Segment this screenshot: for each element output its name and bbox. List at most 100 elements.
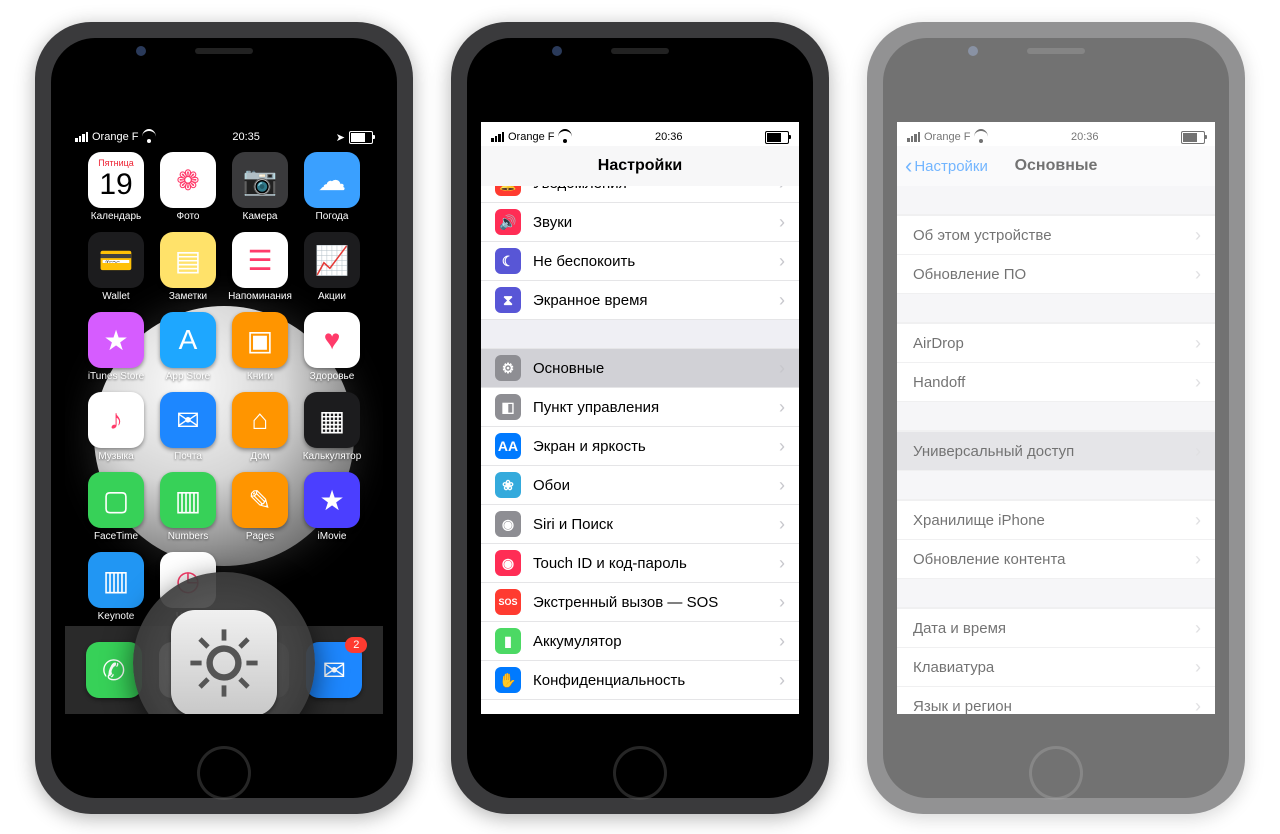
settings-row-Siri и Поиск[interactable]: ◉Siri и Поиск›	[481, 505, 799, 544]
front-camera	[552, 46, 562, 56]
app-Фото[interactable]: ❁Фото	[155, 152, 221, 222]
app-Wallet[interactable]: 💳Wallet	[83, 232, 149, 302]
general-row-Клавиатура[interactable]: Клавиатура›	[897, 648, 1215, 687]
settings-row-Touch ID и код-пароль[interactable]: ◉Touch ID и код-пароль›	[481, 544, 799, 583]
home-button[interactable]	[613, 746, 667, 800]
app-label: iMovie	[318, 531, 347, 542]
app-Музыка[interactable]: ♪Музыка	[83, 392, 149, 462]
settings-row-Экранное время[interactable]: ⧗Экранное время›	[481, 281, 799, 320]
chevron-right-icon: ›	[779, 514, 785, 535]
general-row-Язык и регион[interactable]: Язык и регион›	[897, 687, 1215, 714]
settings-row-Конфиденциальность[interactable]: ✋Конфиденциальность›	[481, 661, 799, 700]
chevron-right-icon: ›	[1195, 225, 1201, 246]
row-label: Siri и Поиск	[533, 516, 613, 533]
row-label: Язык и регион	[913, 698, 1012, 715]
settings-row-Основные[interactable]: ⚙Основные›	[481, 349, 799, 388]
row-label: Экранное время	[533, 292, 648, 309]
app-Почта[interactable]: ✉Почта	[155, 392, 221, 462]
battery-icon	[1181, 131, 1205, 144]
row-label: AirDrop	[913, 335, 964, 352]
app-Камера[interactable]: 📷Камера	[227, 152, 293, 222]
general-row-AirDrop[interactable]: AirDrop›	[897, 323, 1215, 363]
app-Numbers[interactable]: ▥Numbers	[155, 472, 221, 542]
app-label: Здоровье	[310, 371, 355, 382]
app-label: App Store	[166, 371, 210, 382]
chevron-right-icon: ›	[779, 631, 785, 652]
chevron-right-icon: ›	[1195, 441, 1201, 462]
general-row-Обновление контента[interactable]: Обновление контента›	[897, 540, 1215, 579]
app-Keynote[interactable]: ▥Keynote	[83, 552, 149, 622]
app-Погода[interactable]: ☁Погода	[299, 152, 365, 222]
app-Дом[interactable]: ⌂Дом	[227, 392, 293, 462]
home-button[interactable]	[1029, 746, 1083, 800]
app-Здоровье[interactable]: ♥Здоровье	[299, 312, 365, 382]
screen-home: Orange F 20:35 ➤ Пятница19Календарь❁Фото…	[65, 122, 383, 714]
general-list[interactable]: Об этом устройстве›Обновление ПО› AirDrop…	[897, 186, 1215, 714]
row-label: Основные	[533, 360, 604, 377]
status-bar: Orange F 20:35 ➤	[65, 122, 383, 146]
general-row-Хранилище iPhone[interactable]: Хранилище iPhone›	[897, 500, 1215, 540]
app-label: Дом	[250, 451, 269, 462]
settings-row-Звуки[interactable]: 🔊Звуки›	[481, 203, 799, 242]
carrier-label: Orange F	[508, 131, 554, 143]
general-row-Об этом устройстве[interactable]: Об этом устройстве›	[897, 215, 1215, 255]
row-label: Обновление контента	[913, 551, 1066, 568]
settings-row-Аккумулятор[interactable]: ▮Аккумулятор›	[481, 622, 799, 661]
app-iTunes Store[interactable]: ★iTunes Store	[83, 312, 149, 382]
app-Акции[interactable]: 📈Акции	[299, 232, 365, 302]
row-label: Хранилище iPhone	[913, 512, 1045, 529]
app-label: Фото	[177, 211, 200, 222]
screen-general: Orange F 20:36 ‹Настройки Основные Об эт…	[897, 122, 1215, 714]
status-bar: Orange F 20:36	[897, 122, 1215, 146]
app-Заметки[interactable]: ▤Заметки	[155, 232, 221, 302]
back-button[interactable]: ‹Настройки	[905, 158, 988, 175]
settings-row-Пункт управления[interactable]: ◧Пункт управления›	[481, 388, 799, 427]
row-icon: ⚙	[495, 355, 521, 381]
settings-row-Не беспокоить[interactable]: ☾Не беспокоить›	[481, 242, 799, 281]
nav-title: Настройки	[598, 157, 682, 175]
phone-home-screen: Orange F 20:35 ➤ Пятница19Календарь❁Фото…	[35, 22, 413, 814]
settings-list[interactable]: 🔔Уведомления›🔊Звуки›☾Не беспокоить›⧗Экра…	[481, 186, 799, 714]
status-bar: Orange F 20:36	[481, 122, 799, 146]
general-row-Обновление ПО[interactable]: Обновление ПО›	[897, 255, 1215, 294]
signal-icon	[907, 132, 920, 142]
app-label: Почта	[174, 451, 202, 462]
row-label: Дата и время	[913, 620, 1006, 637]
chevron-right-icon: ›	[1195, 618, 1201, 639]
app-Pages[interactable]: ✎Pages	[227, 472, 293, 542]
app-label: Калькулятор	[303, 451, 362, 462]
wifi-icon	[974, 132, 988, 143]
app-Книги[interactable]: ▣Книги	[227, 312, 293, 382]
row-icon: SOS	[495, 589, 521, 615]
general-row-Handoff[interactable]: Handoff›	[897, 363, 1215, 402]
settings-row-Обои[interactable]: ❀Обои›	[481, 466, 799, 505]
gear-icon	[184, 623, 264, 703]
app-label: Погода	[316, 211, 349, 222]
app-label: Камера	[243, 211, 278, 222]
chevron-right-icon: ›	[779, 553, 785, 574]
app-label: Заметки	[169, 291, 207, 302]
settings-app-icon[interactable]	[171, 610, 277, 714]
signal-icon	[75, 132, 88, 142]
chevron-right-icon: ›	[779, 251, 785, 272]
row-label: Экран и яркость	[533, 438, 646, 455]
settings-row-Экран и яркость[interactable]: AAЭкран и яркость›	[481, 427, 799, 466]
app-Калькулятор[interactable]: ▦Калькулятор	[299, 392, 365, 462]
home-button[interactable]	[197, 746, 251, 800]
general-row-Универсальный доступ[interactable]: Универсальный доступ ›	[897, 431, 1215, 471]
app-Напоминания[interactable]: ☰Напоминания	[227, 232, 293, 302]
row-label: Универсальный доступ	[913, 443, 1074, 460]
row-label: Клавиатура	[913, 659, 994, 676]
row-label: Аккумулятор	[533, 633, 622, 650]
app-FaceTime[interactable]: ▢FaceTime	[83, 472, 149, 542]
row-icon: ◉	[495, 550, 521, 576]
app-iMovie[interactable]: ★iMovie	[299, 472, 365, 542]
app-App Store[interactable]: AApp Store	[155, 312, 221, 382]
row-icon: ✋	[495, 667, 521, 693]
app-Календарь[interactable]: Пятница19Календарь	[83, 152, 149, 222]
settings-row-Уведомления[interactable]: 🔔Уведомления›	[481, 186, 799, 203]
chevron-right-icon: ›	[779, 436, 785, 457]
row-icon: ◧	[495, 394, 521, 420]
settings-row-Экстренный вызов — SOS[interactable]: SOSЭкстренный вызов — SOS›	[481, 583, 799, 622]
general-row-Дата и время[interactable]: Дата и время ›	[897, 608, 1215, 648]
